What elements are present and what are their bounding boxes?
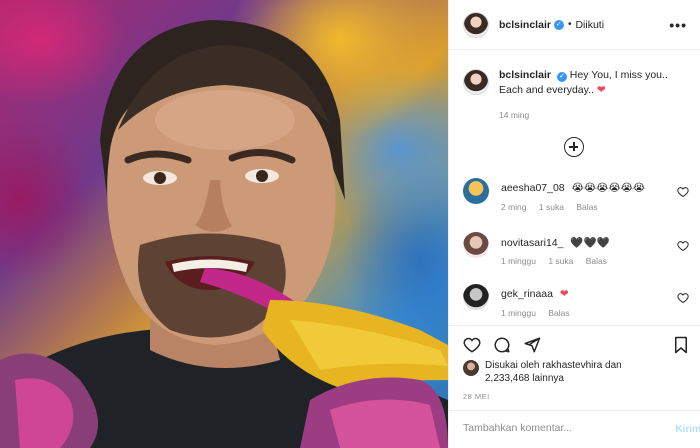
comment-text: 🖤🖤🖤: [570, 237, 610, 249]
more-icon[interactable]: •••: [669, 17, 687, 33]
comment-meta: 1 minggu 1 suka Balas: [501, 256, 617, 266]
heart-icon[interactable]: [677, 240, 689, 252]
comment-likes[interactable]: 1 suka: [539, 202, 564, 212]
comment-avatar[interactable]: [463, 284, 489, 310]
likes-line1: Disukai oleh rakhastevhira dan: [485, 360, 622, 371]
comment-username[interactable]: novitasari14_: [501, 237, 563, 249]
post-header: bclsinclair ✓ • Diikuti •••: [449, 0, 700, 50]
caption-body: bclsinclair ✓ Hey You, I miss you.. Each…: [499, 68, 668, 98]
post-date: 28 MEI: [463, 392, 490, 401]
instagram-post-dialog: bclsinclair ✓ • Diikuti ••• bclsinclair …: [0, 0, 700, 448]
verified-badge-icon: ✓: [553, 19, 564, 30]
comment-line: gek_rinaaa ❤: [501, 288, 569, 300]
post-photo-illustration: [0, 20, 448, 448]
comment-meta: 1 minggu Balas: [501, 308, 580, 318]
heart-icon[interactable]: [463, 336, 481, 354]
author-username[interactable]: bclsinclair: [499, 19, 551, 31]
heart-emoji: ❤: [596, 84, 606, 96]
comment-time: 2 ming: [501, 202, 527, 212]
comment-composer: Kirim: [449, 410, 700, 448]
comment-avatar[interactable]: [463, 232, 489, 258]
heart-icon[interactable]: [677, 292, 689, 304]
comment-text: ❤: [559, 288, 569, 300]
separator-dot: •: [567, 19, 572, 30]
caption-avatar[interactable]: [463, 69, 489, 95]
follow-state-button[interactable]: Diikuti: [575, 19, 604, 31]
caption-verified-icon: ✓: [556, 72, 567, 82]
likes-text[interactable]: Disukai oleh rakhastevhira dan 2,233,468…: [485, 359, 622, 385]
comment-time: 1 minggu: [501, 256, 536, 266]
post-side-panel: bclsinclair ✓ • Diikuti ••• bclsinclair …: [448, 0, 700, 448]
comment-meta: 2 ming 1 suka Balas: [501, 202, 608, 212]
comment-likes[interactable]: 1 suka: [548, 256, 573, 266]
post-comment-button[interactable]: Kirim: [675, 424, 700, 435]
comment-line: aeesha07_08 😭😭😭😭😭😭: [501, 182, 645, 194]
caption-text-line2: Each and everyday..: [499, 84, 594, 96]
caption-time: 14 ming: [499, 110, 530, 120]
add-comment-icon[interactable]: [564, 137, 584, 157]
comment-icon[interactable]: [493, 336, 511, 354]
comment-text: 😭😭😭😭😭😭: [571, 182, 646, 194]
caption: bclsinclair ✓ Hey You, I miss you.. Each…: [463, 68, 689, 98]
save-icon[interactable]: [673, 336, 689, 354]
author-avatar[interactable]: [463, 11, 489, 38]
post-photo[interactable]: [0, 0, 448, 448]
likes-summary: Disukai oleh rakhastevhira dan 2,233,468…: [463, 359, 689, 385]
comment-username[interactable]: gek_rinaaa: [501, 288, 553, 300]
liker-avatar[interactable]: [463, 360, 479, 376]
comment-time: 1 minggu: [501, 308, 536, 318]
likes-line2: 2,233,468 lainnya: [485, 373, 564, 384]
comment-username[interactable]: aeesha07_08: [501, 182, 565, 194]
comment-reply[interactable]: Balas: [586, 256, 607, 266]
comment-reply[interactable]: Balas: [576, 202, 597, 212]
heart-icon[interactable]: [677, 186, 689, 198]
comment-reply[interactable]: Balas: [548, 308, 569, 318]
comment-line: novitasari14_ 🖤🖤🖤: [501, 236, 610, 249]
caption-username[interactable]: bclsinclair: [499, 69, 551, 81]
comment-avatar[interactable]: [463, 178, 489, 204]
caption-text-line1: Hey You, I miss you..: [569, 69, 668, 81]
share-icon[interactable]: [523, 336, 541, 354]
comment-input[interactable]: [463, 422, 643, 434]
